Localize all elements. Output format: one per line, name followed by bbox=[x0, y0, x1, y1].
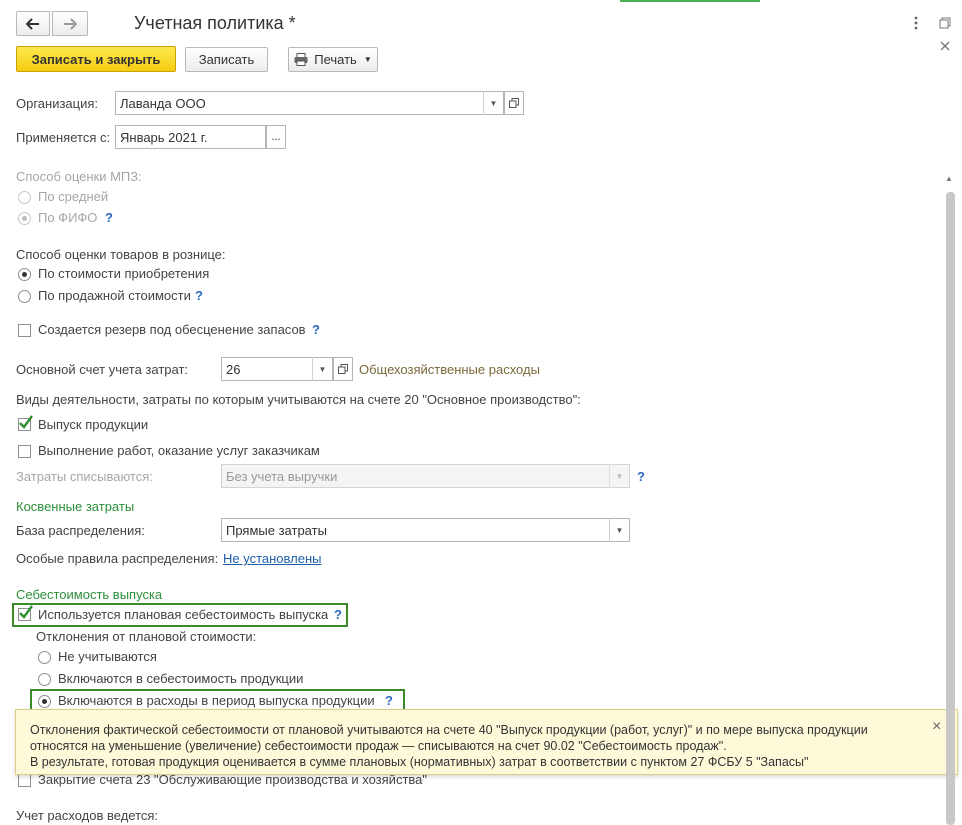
base-value: Прямые затраты bbox=[226, 522, 327, 538]
back-button[interactable] bbox=[16, 11, 50, 36]
rules-label: Особые правила распределения: bbox=[16, 551, 219, 566]
rules-link[interactable]: Не установлены bbox=[223, 551, 321, 566]
forward-button[interactable] bbox=[52, 11, 88, 36]
dropdown-arrow-icon[interactable]: ▼ bbox=[312, 357, 332, 381]
tooltip-line2: относятся на уменьшение (увеличение) себ… bbox=[30, 739, 727, 753]
printer-icon bbox=[294, 53, 308, 66]
select-period-button[interactable]: ... bbox=[266, 125, 286, 149]
checkmark-icon bbox=[19, 605, 33, 619]
tooltip-line1: Отклонения фактической себестоимости от … bbox=[30, 723, 868, 737]
base-label: База распределения: bbox=[16, 523, 145, 538]
help-icon[interactable]: ? bbox=[195, 288, 203, 303]
dropdown-arrow-icon[interactable]: ▼ bbox=[483, 91, 503, 115]
cost-account-field[interactable]: 26 ▼ bbox=[221, 357, 333, 381]
arrow-left-icon bbox=[26, 17, 39, 30]
deviation-label: Отклонения от плановой стоимости: bbox=[36, 629, 257, 644]
help-icon[interactable]: ? bbox=[334, 607, 342, 622]
activity-services-label: Выполнение работ, оказание услуг заказчи… bbox=[38, 443, 320, 458]
closing-23-checkbox[interactable] bbox=[18, 774, 31, 787]
retail-purchase-label: По стоимости приобретения bbox=[38, 266, 210, 281]
reserve-label: Создается резерв под обесценение запасов bbox=[38, 322, 306, 337]
print-button[interactable]: Печать ▼ bbox=[288, 47, 378, 72]
help-icon[interactable]: ? bbox=[312, 322, 320, 337]
writeoff-label: Затраты списываются: bbox=[16, 469, 153, 484]
active-tab-indicator bbox=[620, 0, 760, 2]
dev-expense-radio[interactable] bbox=[38, 695, 51, 708]
cost-section-title: Себестоимость выпуска bbox=[16, 587, 163, 602]
org-value: Лаванда ООО bbox=[120, 95, 206, 111]
scroll-up-icon[interactable]: ▲ bbox=[945, 174, 953, 183]
mpz-label: Способ оценки МПЗ: bbox=[16, 169, 142, 184]
open-org-button[interactable] bbox=[504, 91, 524, 115]
mpz-average-label: По средней bbox=[38, 189, 109, 204]
planned-cost-label: Используется плановая себестоимость выпу… bbox=[38, 607, 329, 622]
help-icon[interactable]: ? bbox=[637, 469, 645, 484]
activity-production-checkbox[interactable] bbox=[18, 415, 33, 431]
tooltip-line3: В результате, готовая продукция оценивае… bbox=[30, 755, 809, 769]
more-vertical-icon[interactable] bbox=[912, 14, 920, 32]
cost-account-desc: Общехозяйственные расходы bbox=[359, 362, 540, 377]
open-account-button[interactable] bbox=[333, 357, 353, 381]
org-label: Организация: bbox=[16, 96, 99, 111]
base-field[interactable]: Прямые затраты ▼ bbox=[221, 518, 630, 542]
cost-account-value: 26 bbox=[226, 361, 241, 377]
arrow-right-icon bbox=[64, 17, 77, 30]
dropdown-arrow-icon[interactable]: ▼ bbox=[609, 518, 629, 542]
activity-production-label: Выпуск продукции bbox=[38, 417, 149, 432]
save-button[interactable]: Записать bbox=[185, 47, 268, 72]
activities-label: Виды деятельности, затраты по которым уч… bbox=[16, 392, 581, 407]
open-icon bbox=[509, 98, 519, 108]
applies-label: Применяется с: bbox=[16, 130, 111, 145]
cost-account-label: Основной счет учета затрат: bbox=[16, 362, 189, 377]
writeoff-field[interactable]: Без учета выручки ▼ bbox=[221, 464, 630, 488]
help-icon[interactable]: ? bbox=[385, 693, 393, 708]
planned-cost-checkbox[interactable] bbox=[18, 605, 33, 621]
save-and-close-button[interactable]: Записать и закрыть bbox=[16, 46, 176, 72]
activity-services-checkbox[interactable] bbox=[18, 445, 31, 458]
dev-expense-label: Включаются в расходы в период выпуска пр… bbox=[58, 693, 375, 708]
reserve-checkbox[interactable] bbox=[18, 324, 31, 337]
page-title: Учетная политика * bbox=[134, 13, 296, 33]
dev-cost-radio[interactable] bbox=[38, 673, 51, 686]
mpz-average-radio[interactable] bbox=[18, 191, 31, 204]
tooltip-text: Отклонения фактической себестоимости от … bbox=[30, 722, 868, 770]
tooltip-close-icon[interactable]: × bbox=[932, 718, 941, 736]
help-tooltip: Отклонения фактической себестоимости от … bbox=[15, 709, 958, 775]
vertical-scrollbar[interactable] bbox=[946, 192, 955, 825]
checkmark-icon bbox=[19, 415, 33, 429]
print-label: Печать bbox=[314, 52, 357, 67]
dropdown-arrow-icon[interactable]: ▼ bbox=[609, 464, 629, 488]
dropdown-arrow-icon: ▼ bbox=[363, 55, 372, 64]
writeoff-value: Без учета выручки bbox=[226, 468, 338, 484]
mpz-fifo-radio[interactable] bbox=[18, 212, 31, 225]
restore-window-icon[interactable] bbox=[939, 17, 951, 29]
retail-sale-radio[interactable] bbox=[18, 290, 31, 303]
retail-sale-label: По продажной стоимости bbox=[38, 288, 191, 303]
close-icon[interactable] bbox=[939, 40, 951, 52]
retail-label: Способ оценки товаров в рознице: bbox=[16, 247, 226, 262]
open-icon bbox=[338, 364, 348, 374]
dev-ignore-label: Не учитываются bbox=[58, 649, 157, 664]
dev-ignore-radio[interactable] bbox=[38, 651, 51, 664]
retail-purchase-radio[interactable] bbox=[18, 268, 31, 281]
applies-field[interactable]: Январь 2021 г. bbox=[115, 125, 266, 149]
indirect-section-title: Косвенные затраты bbox=[16, 499, 135, 514]
org-field[interactable]: Лаванда ООО ▼ bbox=[115, 91, 504, 115]
expenses-label: Учет расходов ведется: bbox=[16, 808, 159, 823]
applies-value: Январь 2021 г. bbox=[120, 129, 208, 145]
help-icon[interactable]: ? bbox=[105, 210, 113, 225]
mpz-fifo-label: По ФИФО bbox=[38, 210, 98, 225]
dev-cost-label: Включаются в себестоимость продукции bbox=[58, 671, 304, 686]
